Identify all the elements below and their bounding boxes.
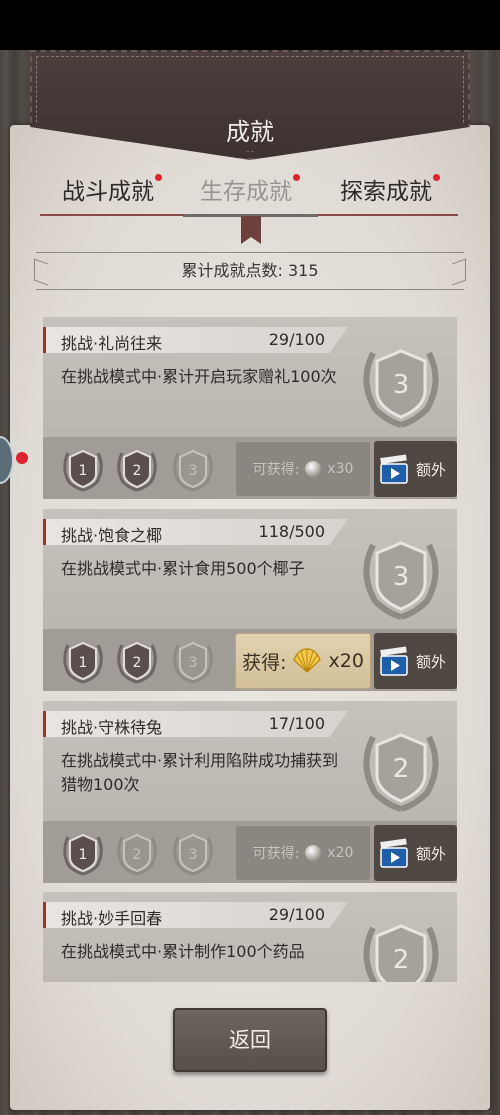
badge-level: 3	[393, 562, 410, 592]
laurel-badge-icon: 2	[363, 924, 439, 982]
tab-explore[interactable]: 探索成就	[340, 172, 440, 206]
tab-label: 战斗成就	[62, 179, 154, 205]
extra-label: 额外	[416, 652, 447, 671]
tier-badge-icon: 2	[117, 449, 157, 492]
tier-badge-icon: 3	[173, 833, 213, 876]
achievement-card: 挑战·守株待兔 17/100 在挑战模式中·累计利用陷阱成功捕获到猎物100次 …	[43, 701, 457, 883]
svg-text:3: 3	[189, 463, 198, 479]
notification-dot	[155, 174, 162, 181]
notification-dot	[433, 174, 440, 181]
laurel-badge-icon: 3	[363, 349, 439, 428]
reward-label: 获得:	[242, 651, 287, 674]
ornament-right	[452, 258, 466, 286]
svg-text:3: 3	[189, 655, 198, 671]
golden-shell-icon	[293, 648, 322, 673]
tier-badge-icon: 2	[117, 833, 157, 876]
tier-badge-icon: 1	[63, 641, 103, 684]
badge-level: 3	[393, 370, 410, 400]
svg-text:2: 2	[133, 847, 142, 863]
achievement-card: 挑战·妙手回春 29/100 在挑战模式中·累计制作100个药品 2	[43, 892, 457, 982]
tab-bar: 战斗成就 生存成就 探索成就	[40, 172, 460, 212]
reward-label: 可获得:	[252, 462, 300, 478]
tab-label: 生存成就	[200, 179, 292, 205]
achievement-description: 在挑战模式中·累计开启玩家赠礼100次	[61, 367, 337, 386]
shell-icon	[305, 845, 322, 861]
tier-badge-icon: 1	[63, 449, 103, 492]
badge-level: 2	[393, 754, 410, 784]
reward-label: 可获得:	[252, 846, 300, 862]
laurel-badge-icon: 2	[363, 733, 439, 812]
extra-label: 额外	[416, 844, 447, 863]
tier-badge-icon: 2	[117, 641, 157, 684]
video-clapper-icon	[380, 646, 408, 676]
extra-reward-button[interactable]: 额外	[374, 825, 457, 881]
page-title: 成就	[226, 118, 274, 146]
back-button[interactable]: 返回	[173, 1008, 327, 1072]
tier-badge-icon: 3	[173, 449, 213, 492]
achievement-description: 在挑战模式中·累计制作100个药品	[61, 942, 305, 961]
achievement-progress: 29/100	[268, 330, 325, 349]
tier-badge-icon: 3	[173, 641, 213, 684]
svg-text:2: 2	[133, 463, 142, 479]
achievement-description: 在挑战模式中·累计利用陷阱成功捕获到猎物100次	[61, 751, 339, 794]
extra-reward-button[interactable]: 额外	[374, 633, 457, 689]
reward-box: 可获得: x30	[235, 441, 371, 497]
reward-amount: x30	[327, 461, 354, 477]
claim-reward-button[interactable]: 获得: x20	[235, 633, 371, 689]
ornament-left	[34, 258, 48, 286]
video-clapper-icon	[380, 838, 408, 868]
tab-survival[interactable]: 生存成就	[200, 172, 300, 206]
achievement-points-text: 累计成就点数: 315	[181, 261, 319, 280]
svg-text:2: 2	[133, 655, 142, 671]
laurel-badge-icon: 3	[363, 541, 439, 620]
achievement-progress: 29/100	[268, 905, 325, 924]
achievement-name: 挑战·守株待兔	[61, 718, 163, 737]
shell-icon	[305, 461, 322, 477]
achievement-name: 挑战·饱食之椰	[61, 526, 163, 545]
extra-reward-button[interactable]: 额外	[374, 441, 457, 497]
svg-text:3: 3	[189, 847, 198, 863]
notification-dot	[293, 174, 300, 181]
reward-box: 可获得: x20	[235, 825, 371, 881]
tab-combat[interactable]: 战斗成就	[62, 172, 162, 206]
achievement-description: 在挑战模式中·累计食用500个椰子	[61, 559, 305, 578]
notification-dot	[16, 452, 28, 464]
tier-badge-icon: 1	[63, 833, 103, 876]
svg-text:1: 1	[79, 847, 88, 863]
reward-amount: x20	[327, 845, 354, 861]
video-clapper-icon	[380, 454, 408, 484]
achievement-card: 挑战·礼尚往来 29/100 在挑战模式中·累计开启玩家赠礼100次 3 1 2…	[43, 317, 457, 499]
achievement-card: 挑战·饱食之椰 118/500 在挑战模式中·累计食用500个椰子 3 1 2 …	[43, 509, 457, 691]
status-bar	[0, 0, 500, 50]
reward-amount: x20	[328, 650, 364, 672]
svg-text:1: 1	[79, 463, 88, 479]
badge-level: 2	[393, 945, 410, 975]
achievement-points-bar: 累计成就点数: 315	[34, 252, 466, 290]
extra-label: 额外	[416, 460, 447, 479]
tab-label: 探索成就	[340, 179, 432, 205]
achievement-progress: 118/500	[258, 522, 325, 541]
achievement-progress: 17/100	[268, 714, 325, 733]
achievement-name: 挑战·礼尚往来	[61, 334, 163, 353]
svg-text:1: 1	[79, 655, 88, 671]
achievement-name: 挑战·妙手回春	[61, 909, 163, 928]
